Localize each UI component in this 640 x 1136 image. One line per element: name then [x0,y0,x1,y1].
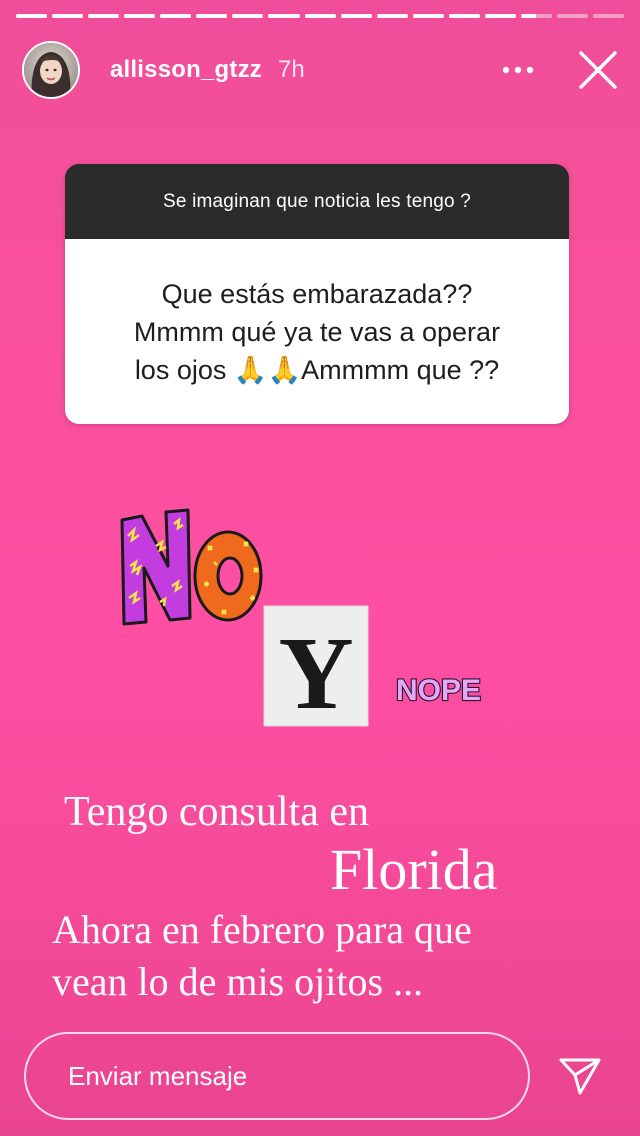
more-options-button[interactable] [498,52,538,88]
story-progress-fill [376,14,408,18]
story-progress-segment [340,14,372,18]
story-progress-fill [124,14,156,18]
send-button[interactable] [554,1052,606,1100]
story-progress-segment [160,14,192,18]
question-sticker: Se imaginan que noticia les tengo ? Que … [65,164,569,424]
story-progress-fill [520,14,537,18]
y-sticker-letter: Y [278,616,353,728]
story-progress-segment [16,14,48,18]
nope-sticker-text: NOPE [396,674,481,707]
story-progress-segment [376,14,408,18]
story-progress-segment [304,14,336,18]
story-progress-bars [16,14,625,18]
send-message-placeholder: Enviar mensaje [68,1060,248,1091]
post-time: 7h [277,56,305,83]
story-progress-fill [88,14,120,18]
story-progress-fill [268,14,300,18]
story-progress-segment [556,14,588,18]
caption-line-4: vean lo de mis ojitos ... [52,959,424,1004]
caption-line-1: Tengo consulta en [64,789,369,835]
user-avatar-icon [24,43,78,97]
caption-line-3: Ahora en febrero para que [52,907,472,952]
letter-n-shape [120,508,192,626]
story-progress-segment [268,14,300,18]
send-message-input[interactable]: Enviar mensaje [24,1032,530,1120]
story-progress-segment [232,14,264,18]
story-progress-fill [196,14,228,18]
story-progress-fill [52,14,84,18]
story-progress-fill [484,14,516,18]
story-header: allisson_gtzz 7h [22,38,624,102]
close-icon [579,51,617,89]
story-progress-fill [412,14,444,18]
story-progress-fill [340,14,372,18]
story-progress-fill [160,14,192,18]
story-progress-fill [16,14,48,18]
story-progress-segment [88,14,120,18]
story-progress-segment [484,14,516,18]
close-button[interactable] [572,44,624,96]
caption-line-2: Florida [330,837,498,902]
username[interactable]: allisson_gtzz [110,56,262,84]
story-progress-fill [304,14,336,18]
story-progress-fill [448,14,480,18]
story-progress-segment [124,14,156,18]
question-answer: Que estás embarazada?? Mmmm qué ya te va… [65,239,569,424]
story-progress-segment [520,14,552,18]
story-progress-segment [196,14,228,18]
send-icon [559,1058,601,1095]
no-sticker [116,506,266,630]
nope-sticker: NOPE [392,668,502,708]
story-progress-segment [412,14,444,18]
story-progress-segment [593,14,625,18]
avatar[interactable] [22,41,80,99]
more-horizontal-icon [502,66,534,74]
story-progress-fill [232,14,264,18]
y-sticker: Y [262,604,370,731]
story-progress-segment [448,14,480,18]
question-prompt: Se imaginan que noticia les tengo ? [65,164,569,239]
story-progress-segment [52,14,84,18]
letter-o-shape [193,530,263,622]
